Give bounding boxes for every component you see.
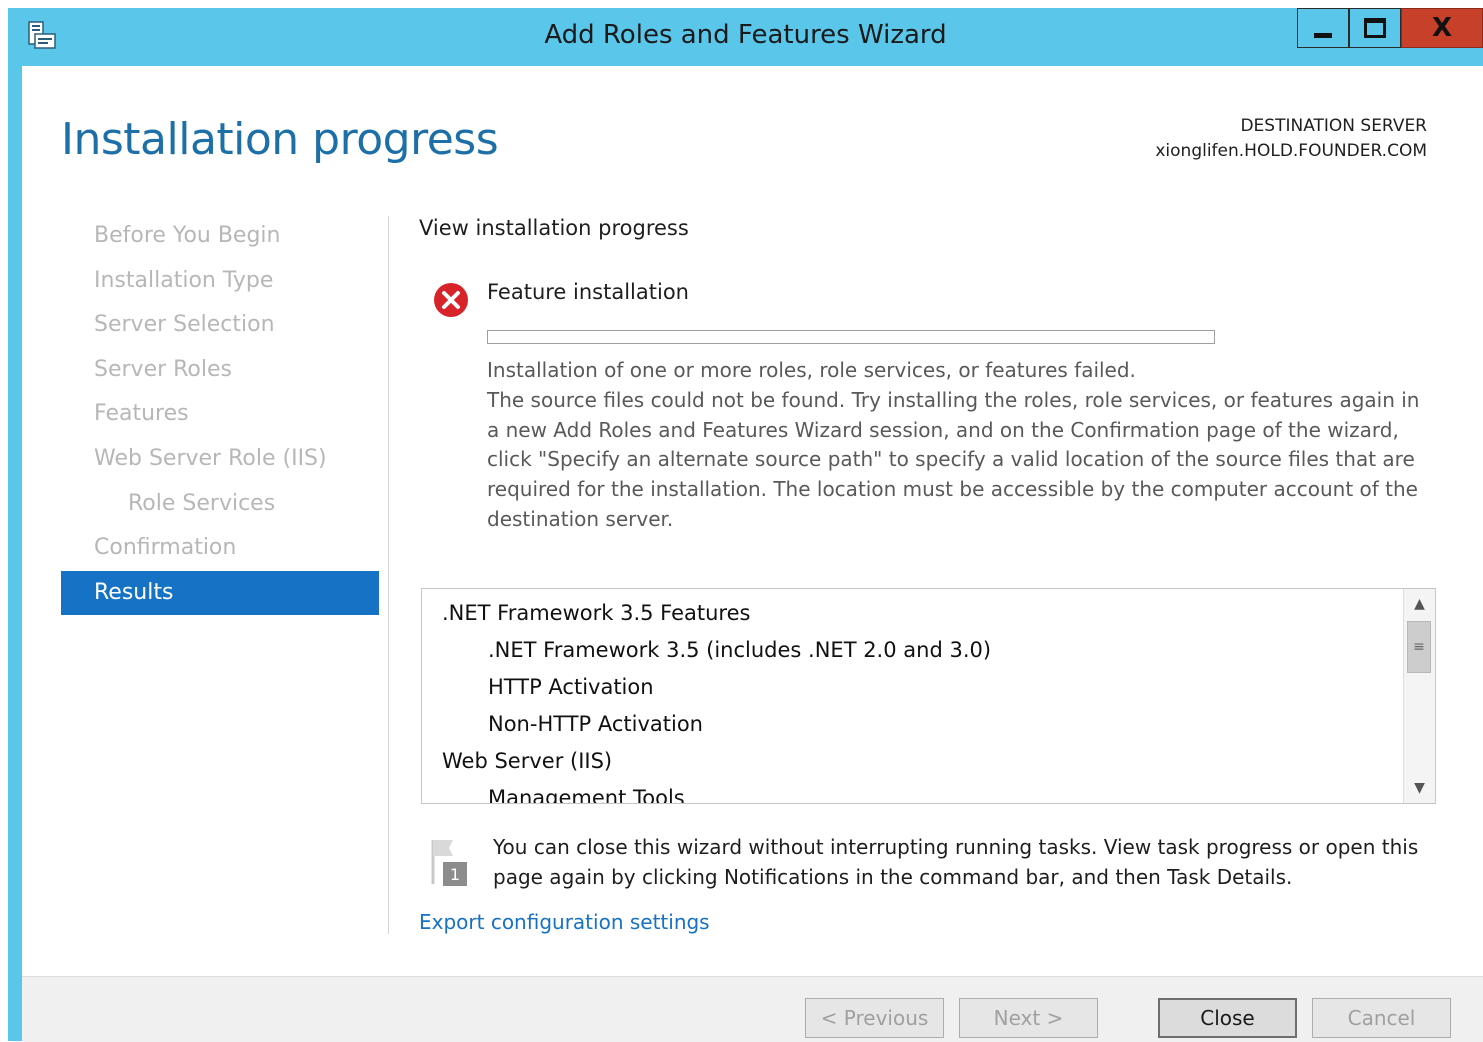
error-circle-icon — [434, 283, 468, 317]
maximize-button[interactable] — [1349, 8, 1401, 48]
close-button[interactable]: Close — [1158, 998, 1297, 1038]
installation-error-message: Installation of one or more roles, role … — [487, 356, 1437, 535]
destination-server-block: DESTINATION SERVER xionglifen.HOLD.FOUND… — [1155, 114, 1427, 164]
destination-server-name: xionglifen.HOLD.FOUNDER.COM — [1155, 141, 1427, 161]
nav-item-results[interactable]: Results — [61, 570, 379, 616]
scroll-down-button[interactable]: ▼ — [1404, 773, 1435, 803]
chevron-up-icon: ▲ — [1414, 596, 1425, 612]
close-window-button[interactable]: X — [1401, 8, 1483, 48]
close-icon: X — [1431, 13, 1453, 43]
nav-item-role-services: Role Services — [128, 490, 276, 516]
scrollbar-thumb[interactable]: ≡ — [1407, 621, 1431, 673]
results-list-scrollbar[interactable]: ▲ ≡ ▼ — [1403, 589, 1435, 803]
list-item: Management Tools — [488, 786, 685, 804]
notification-badge-count: 1 — [450, 865, 460, 884]
wizard-client-area: Installation progress DESTINATION SERVER… — [22, 66, 1483, 1042]
results-list[interactable]: .NET Framework 3.5 Features .NET Framewo… — [421, 588, 1436, 804]
export-configuration-link[interactable]: Export configuration settings — [419, 910, 710, 934]
section-heading: View installation progress — [419, 216, 689, 240]
maximize-icon — [1364, 18, 1386, 38]
list-item: Non-HTTP Activation — [488, 712, 703, 736]
error-message-line: Installation of one or more roles, role … — [487, 358, 1136, 382]
wizard-footer: < Previous Next > Close Cancel — [22, 976, 1483, 1042]
nav-divider — [388, 216, 389, 934]
error-message-detail: The source files could not be found. Try… — [487, 387, 1420, 531]
close-wizard-notice: You can close this wizard without interr… — [493, 835, 1419, 889]
minimize-button[interactable] — [1297, 8, 1349, 48]
nav-item-confirmation: Confirmation — [94, 535, 237, 561]
list-item: Web Server (IIS) — [442, 749, 613, 773]
nav-item-installation-type: Installation Type — [94, 267, 274, 293]
destination-server-label: DESTINATION SERVER — [1240, 116, 1427, 136]
list-item: .NET Framework 3.5 (includes .NET 2.0 an… — [488, 638, 992, 662]
nav-item-web-server-role: Web Server Role (IIS) — [94, 445, 327, 471]
wizard-step-nav: Before You Begin Installation Type Serve… — [61, 214, 379, 616]
scroll-up-button[interactable]: ▲ — [1404, 589, 1435, 619]
grip-icon: ≡ — [1413, 639, 1425, 655]
nav-item-server-roles: Server Roles — [94, 356, 233, 382]
nav-item-before-you-begin: Before You Begin — [94, 223, 281, 248]
cancel-button[interactable]: Cancel — [1312, 998, 1451, 1038]
previous-button[interactable]: < Previous — [805, 998, 944, 1038]
window-title: Add Roles and Features Wizard — [544, 20, 947, 50]
feature-installation-label: Feature installation — [487, 280, 689, 304]
wizard-window: Add Roles and Features Wizard X Installa… — [8, 8, 1483, 1042]
nav-item-features: Features — [94, 401, 189, 427]
notification-flag-icon: 1 — [431, 840, 467, 886]
chevron-down-icon: ▼ — [1414, 780, 1425, 796]
list-item: HTTP Activation — [488, 675, 654, 699]
next-button[interactable]: Next > — [959, 998, 1098, 1038]
page-title: Installation progress — [61, 114, 499, 165]
nav-item-server-selection: Server Selection — [94, 312, 275, 338]
minimize-icon — [1314, 32, 1332, 38]
title-bar[interactable]: Add Roles and Features Wizard X — [8, 8, 1483, 66]
installation-progress-bar — [487, 330, 1215, 344]
list-item: .NET Framework 3.5 Features — [442, 601, 751, 625]
results-list-items: .NET Framework 3.5 Features .NET Framewo… — [422, 595, 1402, 804]
